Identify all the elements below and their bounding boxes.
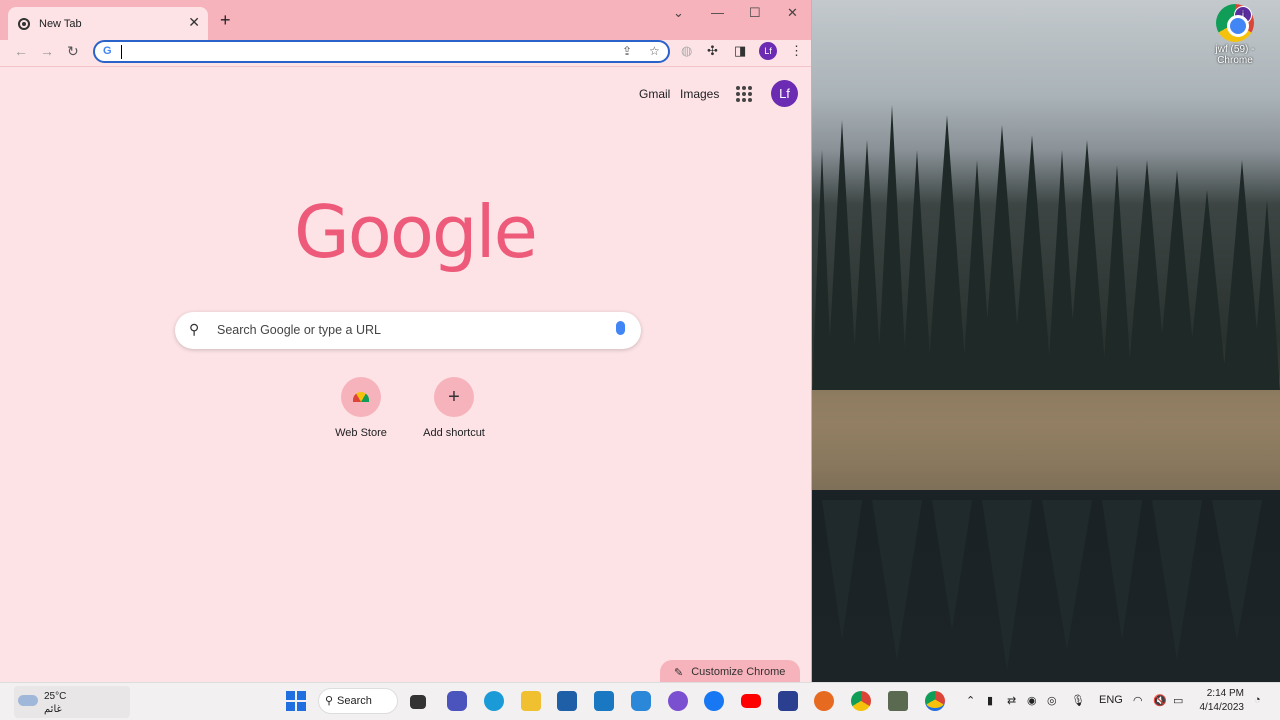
mail-icon[interactable] [594,691,614,711]
close-tab-icon[interactable]: ✕ [188,15,200,29]
show-hidden-icons-icon[interactable]: ⌃ [966,694,975,707]
maximize-button[interactable]: ☐ [749,5,761,21]
gmail-link[interactable]: Gmail [639,87,670,101]
firefox-icon[interactable] [814,691,834,711]
clock[interactable]: 2:14 PM 4/14/2023 [1196,687,1245,715]
weather-condition: غائم [44,704,62,715]
battery-icon[interactable]: ▭ [1173,694,1183,707]
start-button[interactable] [286,691,306,711]
address-bar[interactable]: G ⇪ ☆ [93,40,670,63]
shortcut-label: Web Store [335,427,387,439]
facebook-icon[interactable] [704,691,724,711]
toolbar: ← → ↻ G ⇪ ☆ ◍ ✣ ◨ Lf ⋮ [0,40,811,67]
ntp-search-box[interactable]: ⚲ Search Google or type a URL [175,312,641,349]
google-g-icon: G [103,45,112,57]
app-icon[interactable] [778,691,798,711]
app-icon[interactable] [888,691,908,711]
tray-sync-icon[interactable]: ⇄ [1007,694,1016,707]
desktop-icon-label: jwf (59) - Chrome [1215,44,1255,66]
time: 2:14 PM [1206,688,1244,699]
web-store-icon [353,392,369,402]
notifications-icon[interactable]: ◔ [1254,694,1261,706]
task-view-icon[interactable] [410,695,426,709]
chrome-active-icon[interactable] [925,691,945,711]
tab-title: New Tab [39,17,82,30]
chrome-favicon-icon [18,17,30,30]
minimize-button[interactable]: — [711,5,724,20]
tray-app-icon[interactable]: ◉ [1027,694,1037,707]
forward-button[interactable]: → [40,43,54,59]
microphone-icon[interactable]: 🎙 [1071,694,1085,707]
images-link[interactable]: Images [680,87,719,101]
new-tab-button[interactable]: + [220,11,231,29]
reload-button[interactable]: ↻ [67,43,79,60]
search-placeholder: Search Google or type a URL [217,323,381,337]
desktop-wallpaper [812,0,1280,682]
edge-icon[interactable] [484,691,504,711]
volume-muted-icon[interactable]: 🔇 [1153,694,1167,707]
cloud-icon [18,695,38,706]
teams-chat-icon[interactable] [447,691,467,711]
close-window-button[interactable]: ✕ [787,5,798,21]
weather-widget[interactable]: 25°C غائم [14,686,130,718]
chrome-icon[interactable] [851,691,871,711]
microphone-icon[interactable] [616,321,625,335]
plus-icon: + [434,377,474,417]
chrome-icon: j [1216,4,1254,42]
taskbar-search[interactable]: ⚲ Search [318,688,398,714]
menu-kebab-icon[interactable]: ⋮ [790,43,803,59]
youtube-icon[interactable] [741,694,761,708]
tray-app-icon[interactable]: ▮ [987,694,993,707]
extensions-puzzle-icon[interactable]: ✣ [707,43,718,59]
extension-globe-icon[interactable]: ◍ [681,43,692,59]
shortcut-add[interactable]: + Add shortcut [414,377,494,439]
back-button[interactable]: ← [14,43,28,59]
customize-label: Customize Chrome [691,666,786,678]
tab-search-icon[interactable]: ⌄ [673,5,684,21]
search-icon: ⚲ [189,321,200,337]
wifi-icon[interactable]: ◠ [1133,694,1143,707]
share-icon[interactable]: ⇪ [622,44,632,58]
taskbar-search-label: Search [337,695,372,707]
bookmark-star-icon[interactable]: ☆ [649,44,660,58]
desktop-chrome-shortcut[interactable]: j jwf (59) - Chrome [1212,4,1258,66]
language-indicator[interactable]: ENG [1099,694,1123,706]
copilot-icon[interactable] [668,691,688,711]
file-explorer-icon[interactable] [521,691,541,711]
search-icon: ⚲ [325,695,334,707]
customize-chrome-button[interactable]: ✎ Customize Chrome [660,660,800,684]
date: 4/14/2023 [1199,702,1245,713]
taskbar: 25°C غائم ⚲ Search ⌃ ▮ ⇄ ◉ ◎ 🎙 ENG ◠ 🔇 ▭… [0,682,1280,720]
title-bar: New Tab ✕ + ⌄ — ☐ ✕ [0,0,811,40]
tray-app-icon[interactable]: ◎ [1047,694,1057,707]
tab-new-tab[interactable]: New Tab ✕ [8,7,208,40]
address-input[interactable] [119,44,599,59]
pencil-icon: ✎ [674,666,684,679]
temperature: 25°C [44,691,67,702]
account-avatar[interactable]: Lf [771,80,798,107]
google-apps-icon[interactable] [736,86,752,102]
chat-app-icon[interactable] [631,691,651,711]
shortcut-label: Add shortcut [423,427,485,439]
shortcut-web-store[interactable]: Web Store [321,377,401,439]
profile-avatar[interactable]: Lf [759,42,777,60]
side-panel-icon[interactable]: ◨ [734,43,746,59]
profile-badge: j [1234,6,1252,24]
google-logo: Google [294,190,538,274]
microsoft-store-icon[interactable] [557,691,577,711]
browser-window: New Tab ✕ + ⌄ — ☐ ✕ ← → ↻ G ⇪ ☆ ◍ ✣ ◨ Lf… [0,0,812,684]
